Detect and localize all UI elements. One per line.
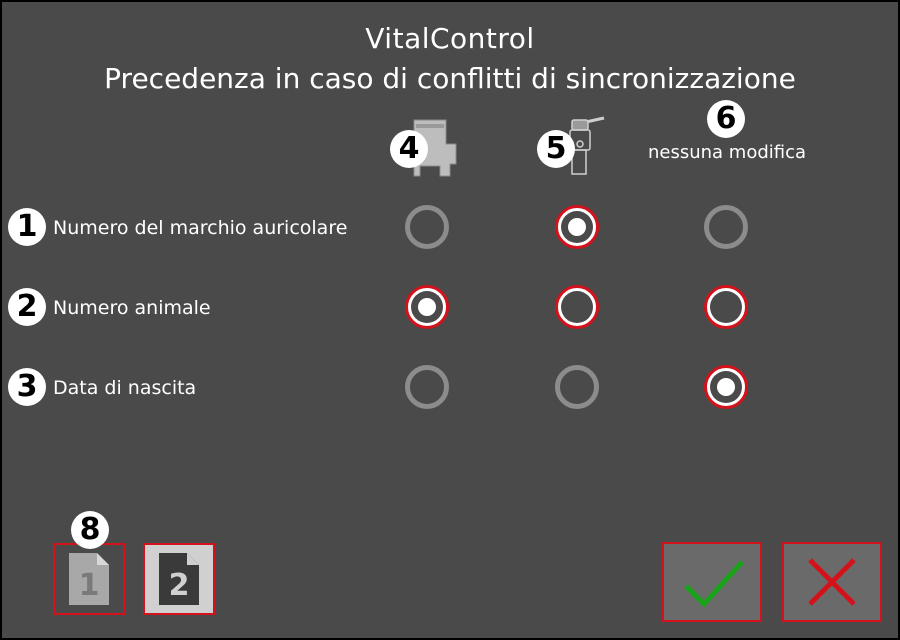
app-title: VitalControl [365,22,535,55]
radio-birth-date-handheld[interactable] [555,365,599,409]
badge-6: 6 [707,100,745,138]
confirm-button[interactable] [662,542,762,622]
badge-8: 8 [71,511,109,549]
page-1-button[interactable]: 1 [53,543,125,615]
radio-ear-tag-station[interactable] [405,205,449,249]
row-label-birth-date: Data di nascita [53,377,197,399]
radio-animal-number-station[interactable] [405,285,449,329]
page-2-icon: 2 [145,545,213,613]
radio-ear-tag-no-change[interactable] [704,205,748,249]
radio-birth-date-station[interactable] [405,365,449,409]
badge-5: 5 [537,130,575,168]
radio-ear-tag-handheld[interactable] [555,205,599,249]
badge-2: 2 [8,288,46,326]
row-label-animal-number: Numero animale [53,297,211,319]
dialog-title: Precedenza in caso di conflitti di sincr… [104,62,796,95]
radio-animal-number-no-change[interactable] [704,285,748,329]
radio-animal-number-handheld[interactable] [555,285,599,329]
badge-3: 3 [8,368,46,406]
page-1-number: 1 [79,568,100,603]
check-icon [684,560,744,608]
cancel-button[interactable] [782,542,882,622]
close-icon [808,558,856,606]
page-2-button[interactable]: 2 [143,543,215,615]
radio-birth-date-no-change[interactable] [704,365,748,409]
page-1-icon: 1 [69,553,109,605]
badge-1: 1 [8,208,46,246]
badge-4: 4 [390,130,428,168]
row-label-ear-tag: Numero del marchio auricolare [53,217,348,239]
dialog-window [0,0,900,640]
no-change-label: nessuna modifica [648,142,807,163]
page-2-number: 2 [169,568,190,603]
